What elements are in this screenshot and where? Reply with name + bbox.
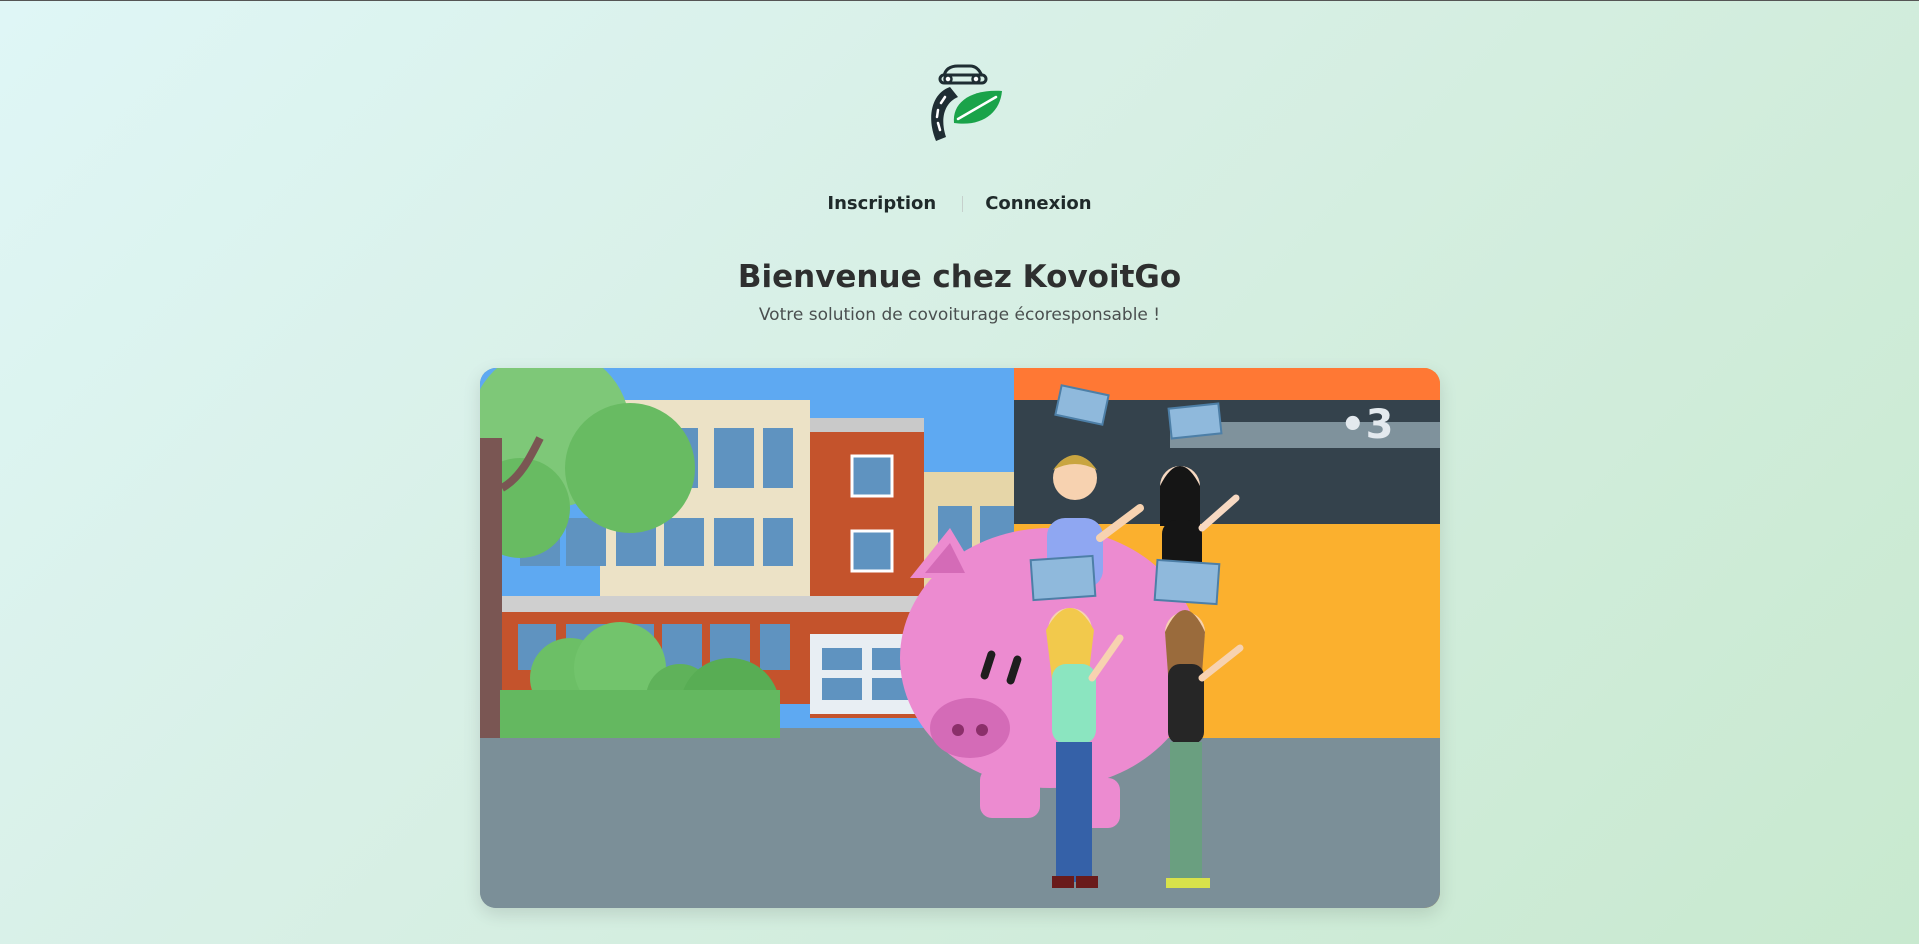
hero-illustration: •3: [480, 368, 1440, 908]
piggy-bank-people-illustration: •3: [480, 368, 1440, 908]
signup-link[interactable]: Inscription: [827, 193, 936, 214]
car-leaf-road-logo-icon: [931, 64, 1002, 141]
page-title: Bienvenue chez KovoitGo: [737, 259, 1182, 295]
nav-divider: [962, 195, 964, 212]
auth-nav: Inscription Connexion: [0, 193, 1919, 214]
login-link[interactable]: Connexion: [985, 193, 1091, 214]
channel-logo: •3: [1340, 402, 1393, 448]
logo[interactable]: [918, 55, 1008, 145]
page-subtitle: Votre solution de covoiturage écorespons…: [758, 305, 1161, 325]
